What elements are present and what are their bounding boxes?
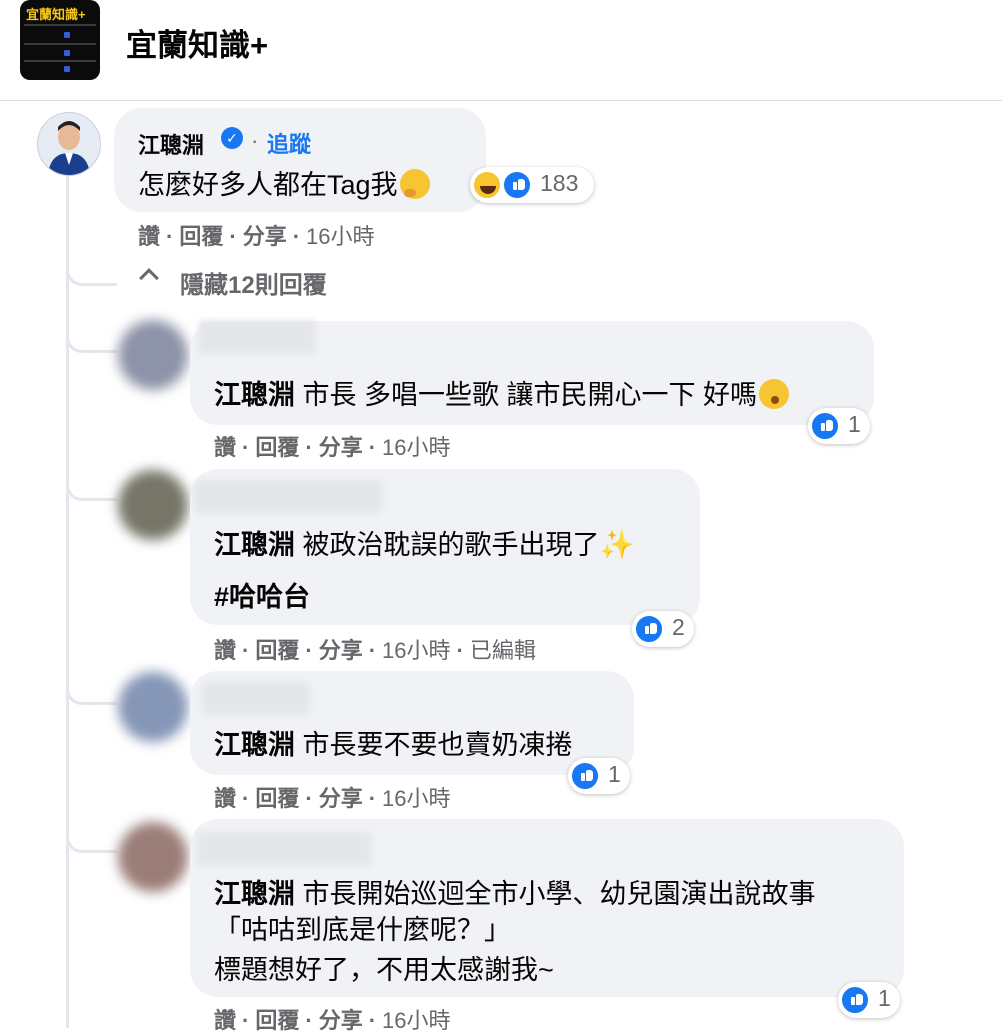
reply-text-line: 標題想好了，不用太感謝我~ — [214, 955, 554, 985]
reply-text: 江聰淵 市長 多唱一些歌 讓市民開心一下 好嗎 — [214, 373, 790, 412]
reply-button[interactable]: 回覆 — [179, 224, 223, 249]
reaction-summary[interactable]: 1 — [838, 982, 900, 1018]
reply-button[interactable]: 回覆 — [255, 1008, 299, 1033]
reply-avatar[interactable] — [118, 470, 188, 540]
follow-link[interactable]: 追蹤 — [267, 127, 311, 159]
blurred-reply-author — [194, 480, 382, 514]
like-button[interactable]: 讚 — [214, 638, 236, 663]
reply-text-body: 市長 多唱一些歌 讓市民開心一下 好嗎 — [302, 380, 758, 410]
hushed-face-emoji — [759, 379, 790, 409]
like-reaction-icon — [570, 761, 600, 791]
reply-avatar[interactable] — [118, 822, 188, 892]
like-button[interactable]: 讚 — [138, 224, 160, 249]
tagged-user[interactable]: 江聰淵 — [214, 380, 295, 410]
reaction-count: 183 — [540, 170, 579, 196]
reply-text-body: 被政治耽誤的歌手出現了 — [302, 530, 600, 560]
reply-avatar[interactable] — [118, 320, 188, 390]
logo-divider — [24, 43, 96, 45]
reaction-count: 2 — [672, 614, 685, 640]
reply-button[interactable]: 回覆 — [255, 638, 299, 663]
reply-text: 江聰淵 市長開始巡迴全市小學、幼兒園演出說故事 — [214, 872, 816, 911]
share-button[interactable]: 分享 — [319, 638, 363, 663]
timestamp[interactable]: 16小時 — [382, 1008, 450, 1033]
haha-reaction-icon — [472, 170, 502, 200]
reply-text-body: 市長要不要也賣奶凍捲 — [302, 730, 573, 760]
chevron-up-icon — [139, 268, 159, 288]
verified-badge-icon: ✓ — [221, 127, 243, 149]
reaction-summary[interactable]: 183 — [470, 167, 594, 203]
like-reaction-icon — [840, 985, 870, 1015]
page-title[interactable]: 宜蘭知識+ — [126, 20, 268, 65]
reaction-summary[interactable]: 1 — [568, 758, 630, 794]
share-button[interactable]: 分享 — [319, 1008, 363, 1033]
like-button[interactable]: 讚 — [214, 435, 236, 460]
logo-divider — [24, 60, 96, 62]
thread-connector — [66, 255, 117, 286]
reply-text: 江聰淵 被政治耽誤的歌手出現了✨ — [214, 523, 634, 562]
reply-avatar[interactable] — [118, 672, 188, 742]
blurred-reply-author — [198, 320, 316, 354]
like-reaction-icon — [810, 411, 840, 441]
share-button[interactable]: 分享 — [243, 224, 287, 249]
timestamp[interactable]: 16小時 — [382, 638, 450, 663]
share-button[interactable]: 分享 — [319, 786, 363, 811]
logo-fb-icon — [64, 32, 70, 38]
hashtag-text[interactable]: #哈哈台 — [214, 582, 310, 612]
comment-actions: 讚 · 回覆 · 分享 · 16小時 — [138, 224, 375, 249]
like-button[interactable]: 讚 — [214, 786, 236, 811]
page-header: 宜蘭知識+ 宜蘭知識+ — [0, 0, 1002, 101]
reply-text: 江聰淵 市長要不要也賣奶凍捲 — [214, 723, 573, 762]
thread-connector — [66, 322, 117, 353]
thread-connector — [66, 470, 117, 501]
reply-text-body: 市長開始巡迴全市小學、幼兒園演出說故事 — [302, 879, 816, 909]
blurred-reply-author — [196, 832, 372, 866]
thread-connector — [66, 822, 117, 853]
timestamp[interactable]: 16小時 — [382, 435, 450, 460]
logo-fb-icon — [64, 50, 70, 56]
hashtag[interactable]: #哈哈台 — [214, 575, 310, 614]
separator-dot: · — [251, 128, 259, 153]
reply-actions: 讚 · 回覆 · 分享 · 16小時 — [214, 786, 451, 811]
reaction-summary[interactable]: 2 — [632, 611, 694, 647]
timestamp[interactable]: 16小時 — [306, 224, 374, 249]
sparkles-emoji: ✨ — [599, 529, 635, 560]
reaction-count: 1 — [608, 761, 621, 787]
comment-author[interactable]: 江聰淵 — [138, 128, 204, 160]
reply-actions: 讚 · 回覆 · 分享 · 16小時 — [214, 1008, 451, 1033]
reply-actions: 讚 · 回覆 · 分享 · 16小時 · 已編輯 — [214, 638, 536, 663]
reply-button[interactable]: 回覆 — [255, 435, 299, 460]
logo-fb-icon — [64, 66, 70, 72]
thread-connector — [66, 674, 117, 705]
author-avatar[interactable] — [37, 112, 101, 176]
logo-divider — [24, 24, 96, 26]
reply-actions: 讚 · 回覆 · 分享 · 16小時 — [214, 435, 451, 460]
tagged-user[interactable]: 江聰淵 — [214, 530, 295, 560]
reaction-summary[interactable]: 1 — [808, 408, 870, 444]
reply-text-line: 「咕咕到底是什麼呢？」 — [214, 915, 511, 945]
like-button[interactable]: 讚 — [214, 1008, 236, 1033]
reply-button[interactable]: 回覆 — [255, 786, 299, 811]
blurred-reply-author — [202, 682, 310, 716]
reaction-count: 1 — [878, 985, 891, 1011]
edited-label[interactable]: 已編輯 — [470, 638, 536, 663]
thinking-face-emoji — [399, 169, 430, 199]
logo-text: 宜蘭知識+ — [26, 7, 86, 22]
comment-text: 怎麼好多人都在Tag我 — [138, 163, 430, 202]
tagged-user[interactable]: 江聰淵 — [214, 730, 295, 760]
avatar-illustration — [38, 113, 100, 175]
reaction-count: 1 — [848, 411, 861, 437]
page-logo[interactable]: 宜蘭知識+ — [20, 0, 100, 80]
like-reaction-icon — [634, 614, 664, 644]
hide-replies-button[interactable]: 隱藏12則回覆 — [180, 265, 327, 300]
like-reaction-icon — [502, 170, 532, 200]
tagged-user[interactable]: 江聰淵 — [214, 879, 295, 909]
share-button[interactable]: 分享 — [319, 435, 363, 460]
timestamp[interactable]: 16小時 — [382, 786, 450, 811]
comment-text-body: 怎麼好多人都在Tag我 — [138, 170, 398, 200]
